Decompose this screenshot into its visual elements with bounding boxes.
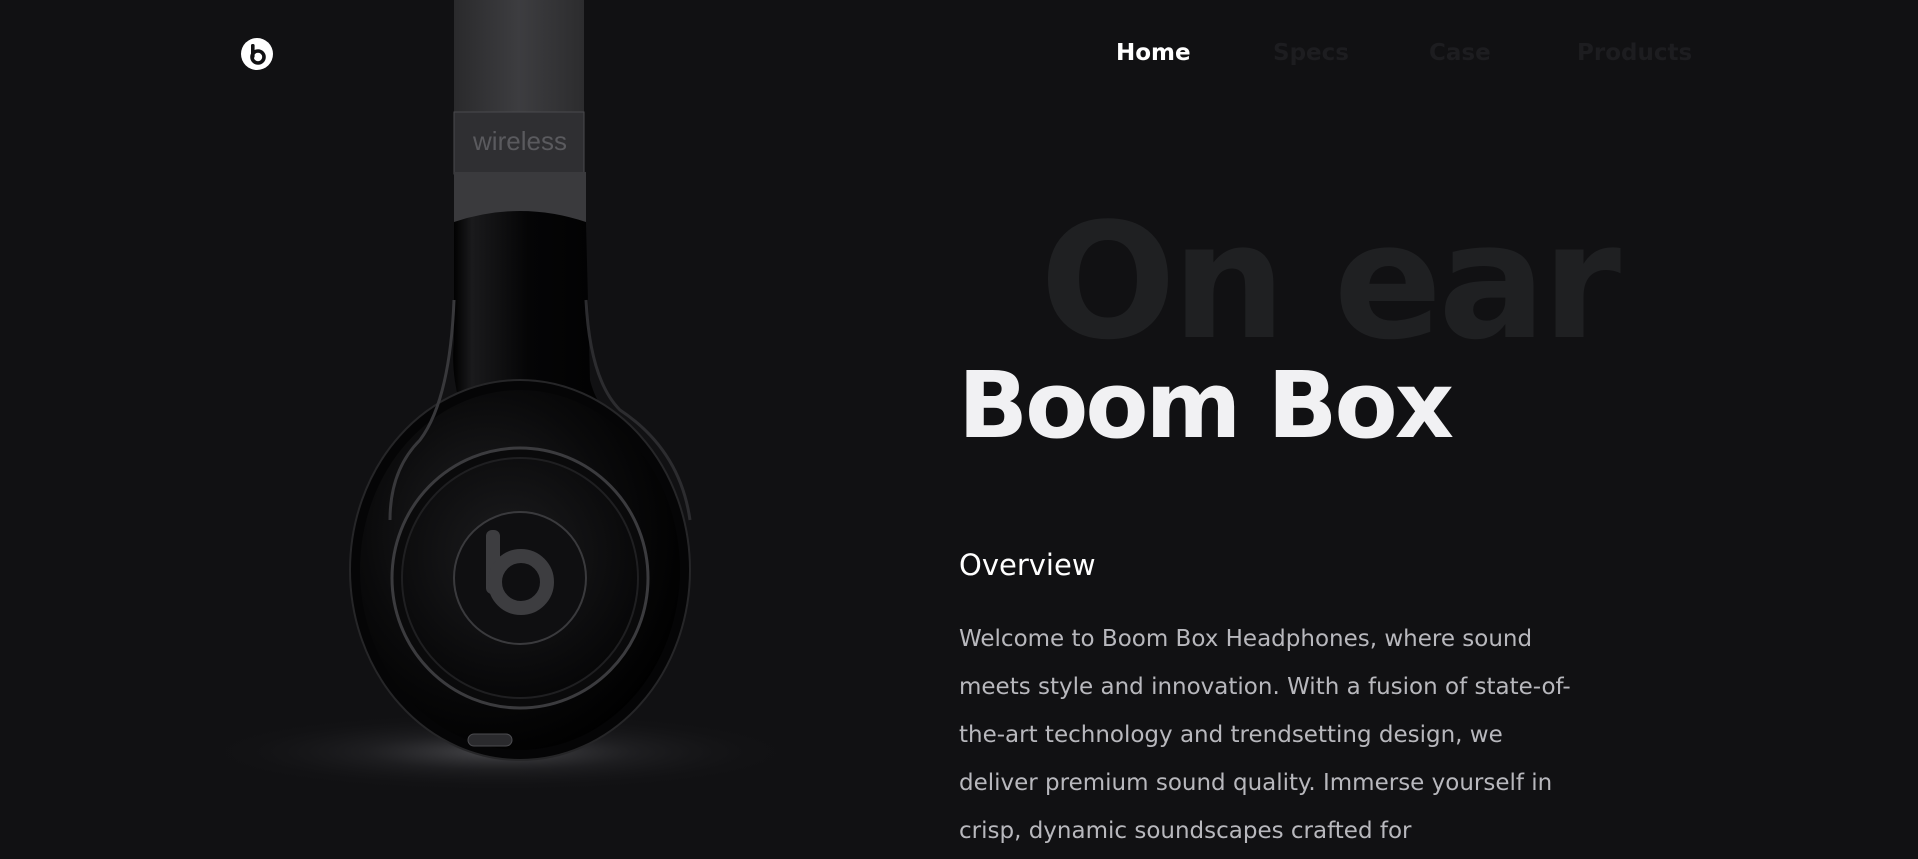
nav-case[interactable]: Case	[1429, 40, 1491, 66]
wireless-label: wireless	[472, 126, 567, 156]
product-title: Boom Box	[958, 352, 1454, 459]
nav-products[interactable]: Products	[1577, 40, 1692, 66]
nav-specs[interactable]: Specs	[1273, 40, 1349, 66]
page: Home Specs Case Products wireless On ear…	[0, 0, 1918, 859]
nav-home[interactable]: Home	[1116, 40, 1191, 66]
overview-text: Welcome to Boom Box Headphones, where so…	[959, 626, 1571, 844]
headphone-image: wireless	[200, 0, 800, 792]
background-word: On ear	[1040, 188, 1621, 375]
beats-cup-logo-icon	[453, 511, 587, 645]
overview-heading: Overview	[959, 548, 1096, 582]
